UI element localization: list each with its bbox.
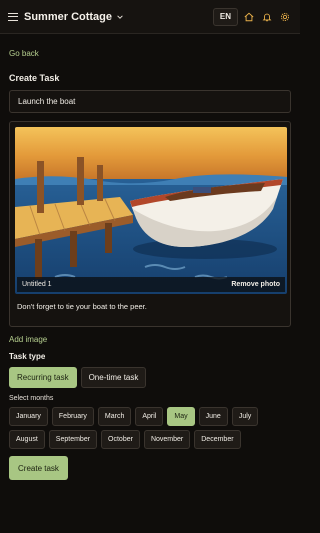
language-button[interactable]: EN [212, 7, 238, 26]
month-april-button[interactable]: April [135, 407, 164, 426]
select-months-label: Select months [9, 395, 54, 402]
gear-icon[interactable] [278, 10, 292, 24]
month-november-button[interactable]: November [143, 430, 191, 449]
header-actions: EN [212, 7, 292, 26]
month-july-button[interactable]: July [231, 407, 259, 426]
month-september-button[interactable]: September [48, 430, 98, 449]
month-august-button[interactable]: August [9, 430, 45, 449]
month-february-button[interactable]: February [51, 407, 94, 426]
month-june-button[interactable]: June [198, 407, 228, 426]
menu-icon[interactable] [8, 12, 18, 21]
photo-info-bar: Untitled 1 Remove photo [17, 277, 285, 292]
bell-icon[interactable] [260, 10, 274, 24]
task-name-input[interactable] [9, 90, 291, 113]
one-time-task-button[interactable]: One-time task [80, 367, 147, 388]
task-type-label: Task type [9, 352, 46, 361]
photo-caption: Don't forget to tie your boat to the pee… [17, 302, 147, 311]
task-type-group: Recurring task One-time task [9, 367, 291, 388]
create-task-button[interactable]: Create task [9, 456, 68, 480]
month-october-button[interactable]: October [101, 430, 140, 449]
photo-name: Untitled 1 [22, 281, 52, 288]
month-selector: January February March April May June Ju… [9, 407, 291, 449]
month-march-button[interactable]: March [97, 407, 132, 426]
task-photo: Untitled 1 Remove photo [15, 127, 287, 294]
month-may-button[interactable]: May [167, 407, 195, 426]
chevron-down-icon[interactable] [117, 14, 123, 20]
photo-card: Untitled 1 Remove photo Don't forget to … [9, 121, 291, 327]
add-image-link[interactable]: Add image [9, 335, 291, 344]
month-january-button[interactable]: January [9, 407, 48, 426]
app-header: Summer Cottage EN [0, 0, 300, 34]
app-title[interactable]: Summer Cottage [24, 11, 112, 23]
main-content: Go back Create Task Launch the boat Unti… [0, 49, 300, 480]
home-icon[interactable] [242, 10, 256, 24]
remove-photo-button[interactable]: Remove photo [231, 281, 280, 288]
month-december-button[interactable]: December [194, 430, 241, 449]
go-back-link[interactable]: Go back [9, 49, 291, 58]
recurring-task-button[interactable]: Recurring task [9, 367, 77, 388]
page-title: Create Task [9, 73, 60, 83]
